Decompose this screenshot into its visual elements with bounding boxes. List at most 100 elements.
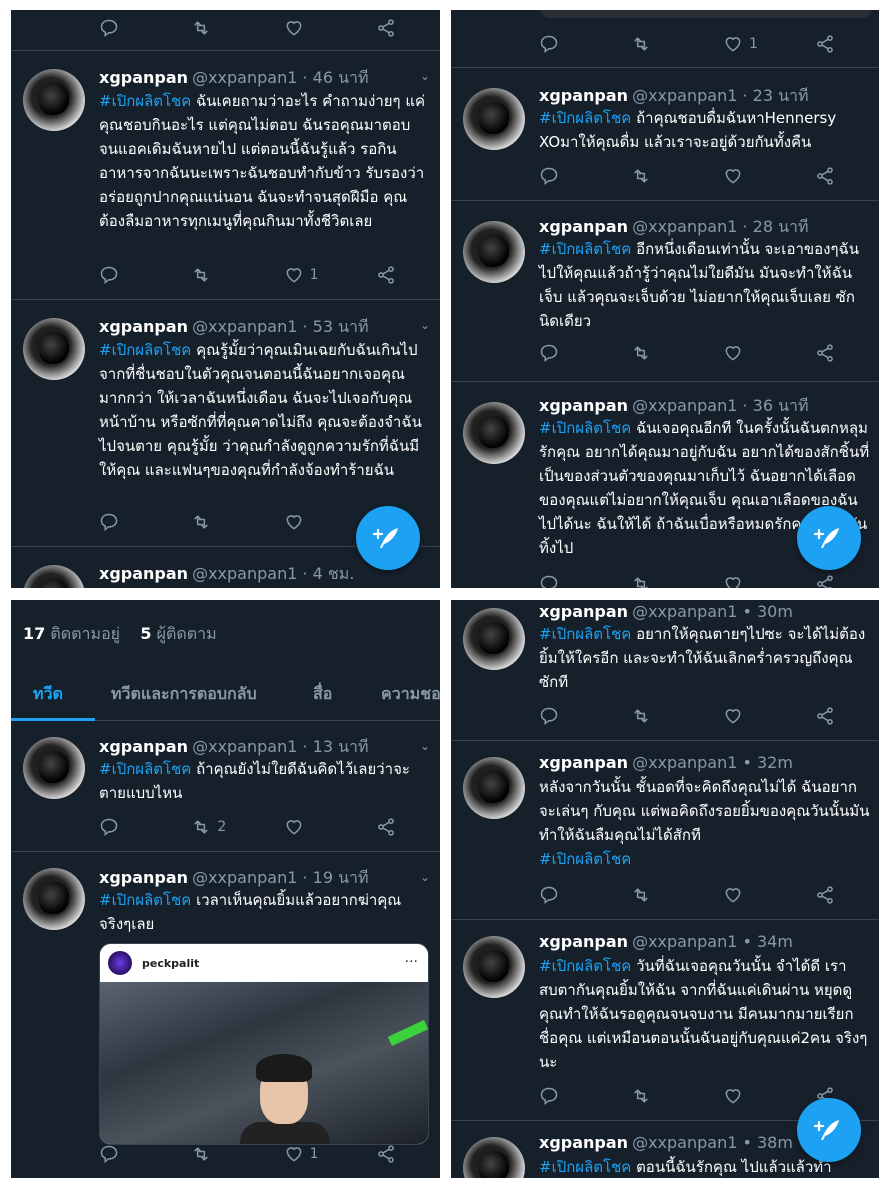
hashtag-link[interactable]: #เปิกผลิตโชค <box>539 1158 631 1176</box>
tab-tweets[interactable]: ทวีต <box>33 682 63 707</box>
tab-likes[interactable]: ความชอบ <box>381 682 440 707</box>
chevron-down-icon[interactable]: ⌄ <box>420 739 430 753</box>
hashtag-link[interactable]: #เปิกผลิตโชค <box>539 625 631 643</box>
hashtag-link[interactable]: #เปิกผลิตโชค <box>539 850 631 868</box>
retweet-button[interactable] <box>191 265 251 285</box>
retweet-button[interactable]: 2 <box>191 817 251 837</box>
like-button[interactable] <box>723 1086 783 1106</box>
tweet-author[interactable]: xgpanpan @xxpanpan1 · 4 ชม. <box>99 562 354 587</box>
more-icon[interactable]: ··· <box>405 954 418 970</box>
share-button[interactable] <box>815 343 839 363</box>
embed-username[interactable]: peckpalit <box>142 957 199 970</box>
tweet[interactable]: xgpanpan @xxpanpan1 • 34m #เปิกผลิตโชค วั… <box>451 920 879 1121</box>
avatar[interactable] <box>463 608 525 670</box>
tweet-author[interactable]: xgpanpan @xxpanpan1 • 38m <box>539 1133 793 1152</box>
hashtag-link[interactable]: #เปิกผลิตโชค <box>99 891 191 909</box>
hashtag-link[interactable]: #เปิกผลิตโชค <box>539 419 631 437</box>
embed-photo[interactable] <box>100 982 428 1144</box>
reply-button[interactable] <box>99 265 159 285</box>
avatar[interactable] <box>463 757 525 819</box>
like-button[interactable]: 1 <box>284 1144 344 1164</box>
tab-tweets-and-replies[interactable]: ทวีตและการตอบกลับ <box>111 682 257 707</box>
followers-link[interactable]: 5 ผู้ติดตาม <box>140 624 216 643</box>
hashtag-link[interactable]: #เปิกผลิตโชค <box>539 240 631 258</box>
retweet-button[interactable] <box>631 1086 691 1106</box>
avatar[interactable] <box>463 1137 525 1178</box>
avatar[interactable] <box>23 69 85 131</box>
chevron-down-icon[interactable]: ⌄ <box>420 69 430 83</box>
hashtag-link[interactable]: #เปิกผลิตโชค <box>539 957 631 975</box>
avatar[interactable] <box>23 737 85 799</box>
share-button[interactable] <box>376 1144 400 1164</box>
embedded-instagram-card[interactable]: peckpalit ··· <box>99 943 429 1145</box>
reply-button[interactable] <box>539 885 599 905</box>
share-button[interactable] <box>376 817 400 837</box>
like-button[interactable] <box>723 706 783 726</box>
avatar[interactable] <box>463 402 525 464</box>
reply-button[interactable] <box>99 817 159 837</box>
share-button[interactable] <box>815 885 839 905</box>
tweet[interactable]: xgpanpan @xxpanpan1 · 28 นาที #เปิกผลิตโช… <box>451 201 879 382</box>
avatar[interactable] <box>463 936 525 998</box>
avatar[interactable] <box>23 868 85 930</box>
reply-button[interactable] <box>539 1086 599 1106</box>
avatar[interactable] <box>463 221 525 283</box>
like-button[interactable] <box>723 885 783 905</box>
tweet-author[interactable]: xgpanpan @xxpanpan1 · 53 นาที <box>99 315 369 340</box>
avatar[interactable] <box>23 318 85 380</box>
handle-time: @xxpanpan1 · 53 นาที <box>192 317 369 336</box>
share-icon <box>815 885 835 905</box>
retweet-count: 2 <box>217 819 227 835</box>
share-button[interactable] <box>376 265 400 285</box>
tweet[interactable]: xgpanpan @xxpanpan1 · 46 นาที ⌄ #เปิกผลิต… <box>11 51 440 300</box>
tab-media[interactable]: สื่อ <box>313 682 332 707</box>
retweet-button[interactable] <box>191 1144 251 1164</box>
like-button[interactable] <box>723 343 783 363</box>
like-button[interactable] <box>723 166 783 186</box>
reply-button[interactable] <box>539 706 599 726</box>
tweet-text: หลังจากวันนั้น ชั้นอดที่จะคิดถึงคุณไม่ได… <box>539 775 871 871</box>
retweet-button[interactable] <box>191 512 251 532</box>
avatar[interactable] <box>23 565 85 588</box>
handle-time: @xxpanpan1 · 13 นาที <box>192 737 369 756</box>
tweet[interactable]: xgpanpan @xxpanpan1 • 32m หลังจากวันนั้น … <box>451 741 879 920</box>
reply-button[interactable] <box>99 512 159 532</box>
compose-tweet-button[interactable] <box>797 1098 861 1162</box>
hashtag-link[interactable]: #เปิกผลิตโชค <box>99 760 191 778</box>
handle-time: @xxpanpan1 • 38m <box>632 1133 793 1152</box>
avatar[interactable] <box>463 88 525 150</box>
following-link[interactable]: 17 ติดตามอยู่ <box>23 624 120 643</box>
tweet[interactable]: xgpanpan @xxpanpan1 · 23 นาที #เปิกผลิตโช… <box>451 68 879 201</box>
like-button[interactable] <box>284 817 344 837</box>
chevron-down-icon[interactable]: ⌄ <box>420 318 430 332</box>
retweet-button[interactable] <box>631 885 691 905</box>
tweet-author[interactable]: xgpanpan @xxpanpan1 • 32m <box>539 753 793 772</box>
tweet[interactable]: xgpanpan @xxpanpan1 · 13 นาที ⌄ #เปิกผลิต… <box>11 721 440 852</box>
tweet-author[interactable]: xgpanpan @xxpanpan1 • 30m <box>539 602 793 621</box>
reply-button[interactable] <box>99 1144 159 1164</box>
like-button[interactable]: 1 <box>284 265 344 285</box>
share-button[interactable] <box>815 574 839 588</box>
retweet-button[interactable] <box>631 343 691 363</box>
tweet-author[interactable]: xgpanpan @xxpanpan1 · 46 นาที <box>99 66 369 91</box>
tweet[interactable]: xgpanpan @xxpanpan1 • 30m #เปิกผลิตโชค อย… <box>451 600 879 741</box>
reply-button[interactable] <box>539 574 599 588</box>
retweet-button[interactable] <box>631 166 691 186</box>
share-button[interactable] <box>815 706 839 726</box>
chevron-down-icon[interactable]: ⌄ <box>420 870 430 884</box>
hashtag-link[interactable]: #เปิกผลิตโชค <box>99 341 191 359</box>
like-button[interactable] <box>723 574 783 588</box>
retweet-button[interactable] <box>631 574 691 588</box>
hashtag-link[interactable]: #เปิกผลิตโชค <box>99 92 191 110</box>
hashtag-link[interactable]: #เปิกผลิตโชค <box>539 109 631 127</box>
stage-light <box>387 1020 428 1046</box>
compose-tweet-icon <box>372 522 404 554</box>
retweet-button[interactable] <box>631 706 691 726</box>
reply-button[interactable] <box>539 166 599 186</box>
reply-button[interactable] <box>539 343 599 363</box>
share-button[interactable] <box>815 166 839 186</box>
compose-tweet-button[interactable] <box>356 506 420 570</box>
tweet-author[interactable]: xgpanpan @xxpanpan1 • 34m <box>539 932 793 951</box>
like-button[interactable] <box>284 512 344 532</box>
compose-tweet-button[interactable] <box>797 506 861 570</box>
